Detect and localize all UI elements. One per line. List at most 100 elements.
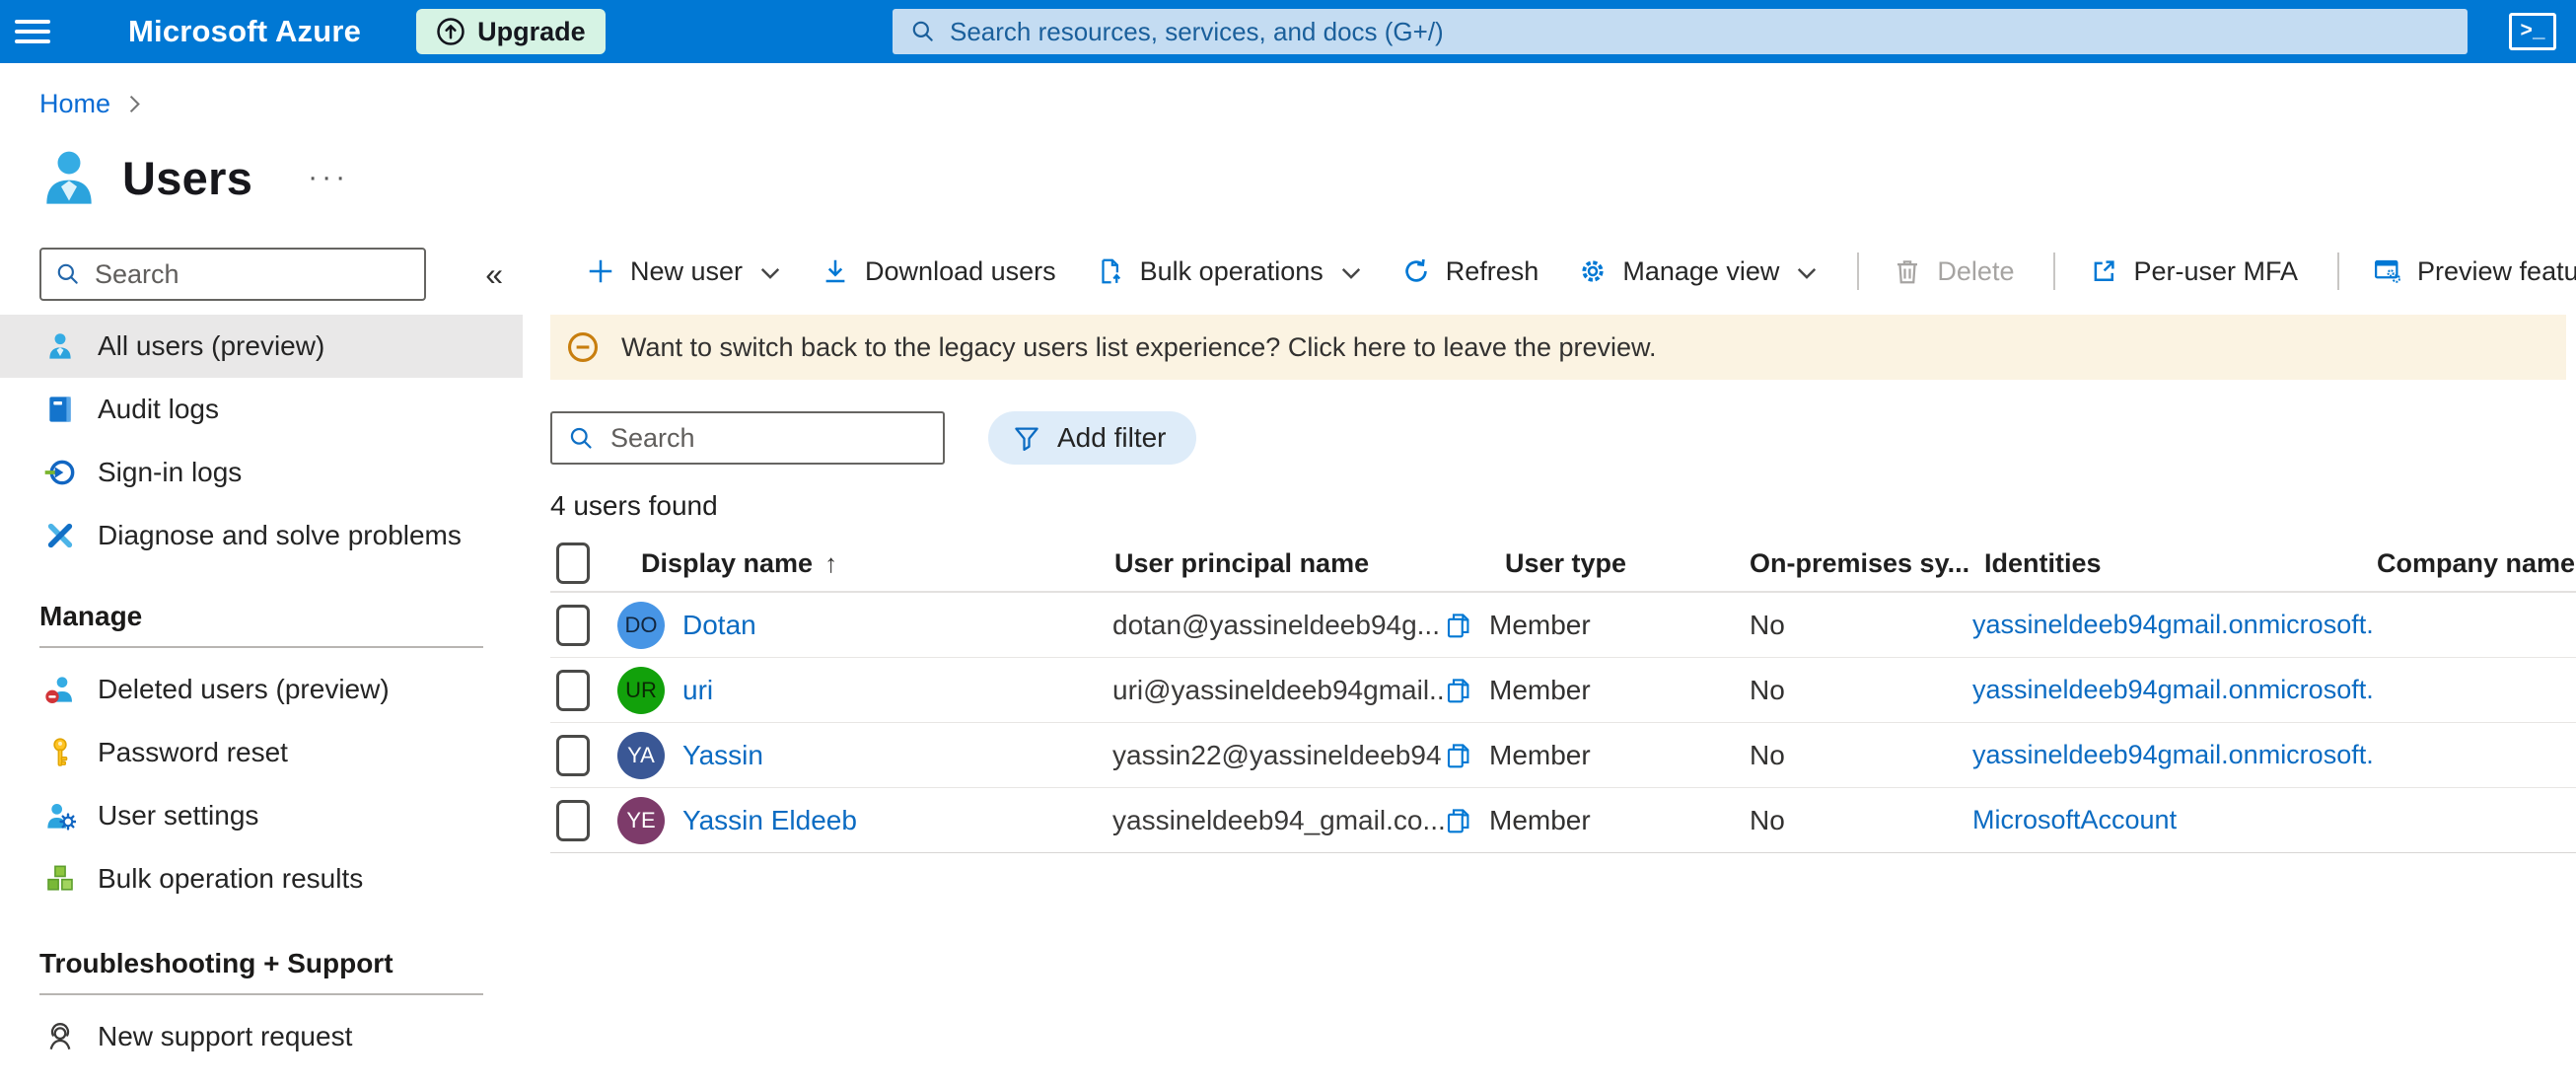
- preview-features-label: Preview features: [2417, 255, 2576, 286]
- user-display-name-link[interactable]: Yassin Eldeeb: [682, 805, 857, 836]
- global-search-input[interactable]: [950, 16, 2450, 47]
- user-principal-name: yassineldeeb94_gmail.co...: [1112, 804, 1444, 835]
- row-checkbox[interactable]: [556, 799, 590, 841]
- toolbar-divider: [2337, 253, 2340, 290]
- refresh-button[interactable]: Refresh: [1401, 256, 1538, 287]
- sidebar-search: [39, 248, 426, 301]
- sidebar-collapse-button[interactable]: «: [485, 258, 503, 290]
- copy-icon[interactable]: [1444, 611, 1473, 640]
- select-all-checkbox[interactable]: [556, 542, 590, 584]
- user-display-name-link[interactable]: Dotan: [682, 610, 756, 641]
- new-user-label: New user: [630, 255, 744, 286]
- copy-icon[interactable]: [1444, 741, 1473, 770]
- plus-icon: [589, 259, 612, 283]
- brand-microsoft-azure[interactable]: Microsoft Azure: [128, 14, 361, 49]
- column-header-on-premises[interactable]: On-premises sy...: [1736, 548, 1972, 579]
- column-header-display-name[interactable]: Display name ↑: [613, 548, 1077, 579]
- sidebar-item-label: User settings: [98, 800, 259, 831]
- breadcrumb: Home: [39, 89, 2576, 119]
- column-header-user-type[interactable]: User type: [1489, 548, 1736, 579]
- users-icon: [44, 330, 76, 362]
- avatar: YE: [617, 796, 665, 844]
- hamburger-menu-button[interactable]: [0, 0, 65, 63]
- row-checkbox[interactable]: [556, 734, 590, 776]
- audit-logs-icon: [44, 394, 76, 425]
- add-filter-button[interactable]: Add filter: [988, 411, 1196, 465]
- bulk-operations-label: Bulk operations: [1139, 255, 1324, 286]
- avatar: DO: [617, 601, 665, 649]
- sidebar-item-sign-in-logs[interactable]: Sign-in logs: [0, 441, 523, 504]
- preview-features-button[interactable]: Preview features: [2373, 256, 2576, 287]
- top-bar: Microsoft Azure Upgrade >_: [0, 0, 2576, 63]
- preview-features-icon: [2375, 259, 2401, 283]
- table-row: YA Yassin yassin22@yassineldeeb94... Mem…: [550, 723, 2576, 788]
- sidebar-item-label: Deleted users (preview): [98, 674, 390, 704]
- row-checkbox[interactable]: [556, 604, 590, 646]
- sidebar-item-label: Password reset: [98, 737, 288, 767]
- sidebar-item-label: Audit logs: [98, 394, 219, 424]
- chevron-down-icon: [1796, 256, 1818, 287]
- sidebar-item-all-users[interactable]: All users (preview): [0, 315, 523, 378]
- sidebar-item-deleted-users[interactable]: Deleted users (preview): [0, 658, 523, 721]
- user-type: Member: [1489, 674, 1591, 705]
- user-display-name-link[interactable]: uri: [682, 675, 713, 706]
- more-options-ellipsis[interactable]: ···: [308, 161, 349, 194]
- refresh-icon: [1405, 258, 1427, 282]
- column-header-upn[interactable]: User principal name: [1077, 548, 1444, 579]
- support-person-icon: [44, 1021, 76, 1052]
- user-list-search: [550, 411, 945, 465]
- delete-label: Delete: [1937, 255, 2015, 286]
- bulk-operations-button[interactable]: Bulk operations: [1096, 256, 1362, 287]
- global-search: [893, 9, 2468, 54]
- breadcrumb-home-link[interactable]: Home: [39, 89, 110, 119]
- key-icon: [44, 737, 76, 768]
- toolbar-divider: [1857, 253, 1860, 290]
- per-user-mfa-button[interactable]: Per-user MFA: [2089, 256, 2298, 287]
- page-title-row: Users ···: [37, 135, 2576, 220]
- identities-link[interactable]: yassineldeeb94gmail.onmicrosoft.: [1972, 675, 2374, 704]
- identities-link[interactable]: yassineldeeb94gmail.onmicrosoft.: [1972, 610, 2374, 639]
- sidebar-item-audit-logs[interactable]: Audit logs: [0, 378, 523, 441]
- sidebar-item-diagnose[interactable]: Diagnose and solve problems: [0, 504, 523, 567]
- row-checkbox[interactable]: [556, 669, 590, 711]
- upgrade-button[interactable]: Upgrade: [416, 9, 606, 54]
- cubes-icon: [44, 863, 76, 895]
- delete-button[interactable]: Delete: [1893, 256, 2014, 287]
- bulk-operations-icon: [1102, 258, 1120, 284]
- table-row: DO Dotan dotan@yassineldeeb94g... Member…: [550, 593, 2576, 658]
- sidebar-item-new-support-request[interactable]: New support request: [0, 1005, 523, 1068]
- new-user-button[interactable]: New user: [586, 256, 781, 287]
- user-principal-name: uri@yassineldeeb94gmail....: [1112, 674, 1444, 705]
- manage-view-label: Manage view: [1622, 255, 1780, 286]
- column-header-company-name[interactable]: Company name: [2377, 548, 2576, 579]
- copy-icon[interactable]: [1444, 676, 1473, 705]
- cloud-shell-button[interactable]: >_: [2509, 13, 2556, 50]
- download-users-label: Download users: [865, 255, 1056, 286]
- column-header-identities[interactable]: Identities: [1972, 548, 2377, 579]
- user-list-search-input[interactable]: [610, 422, 927, 454]
- filter-row: Add filter: [550, 411, 2576, 465]
- search-icon: [57, 263, 78, 284]
- upgrade-label: Upgrade: [477, 16, 586, 46]
- download-users-button[interactable]: Download users: [821, 256, 1056, 287]
- minus-circle-icon: [567, 331, 599, 363]
- table-row: UR uri uri@yassineldeeb94gmail.... Membe…: [550, 658, 2576, 723]
- banner-message[interactable]: Want to switch back to the legacy users …: [621, 332, 1657, 363]
- sidebar-item-user-settings[interactable]: User settings: [0, 784, 523, 847]
- sidebar-search-input[interactable]: [95, 258, 410, 290]
- sidebar-item-label: Bulk operation results: [98, 863, 364, 894]
- command-bar: New user Download users Bulk operations …: [550, 240, 2576, 303]
- sign-in-logs-icon: [44, 457, 76, 488]
- copy-icon[interactable]: [1444, 806, 1473, 835]
- sidebar-item-bulk-operation-results[interactable]: Bulk operation results: [0, 847, 523, 910]
- identities-link[interactable]: yassineldeeb94gmail.onmicrosoft.: [1972, 740, 2374, 769]
- identities-link[interactable]: MicrosoftAccount: [1972, 805, 2177, 834]
- user-type: Member: [1489, 739, 1591, 770]
- user-type: Member: [1489, 804, 1591, 835]
- manage-view-button[interactable]: Manage view: [1578, 256, 1818, 287]
- diagnose-tools-icon: [44, 520, 76, 551]
- sidebar: « All users (preview): [0, 232, 523, 1068]
- results-count: 4 users found: [550, 490, 718, 521]
- sidebar-item-password-reset[interactable]: Password reset: [0, 721, 523, 784]
- user-display-name-link[interactable]: Yassin: [682, 740, 763, 771]
